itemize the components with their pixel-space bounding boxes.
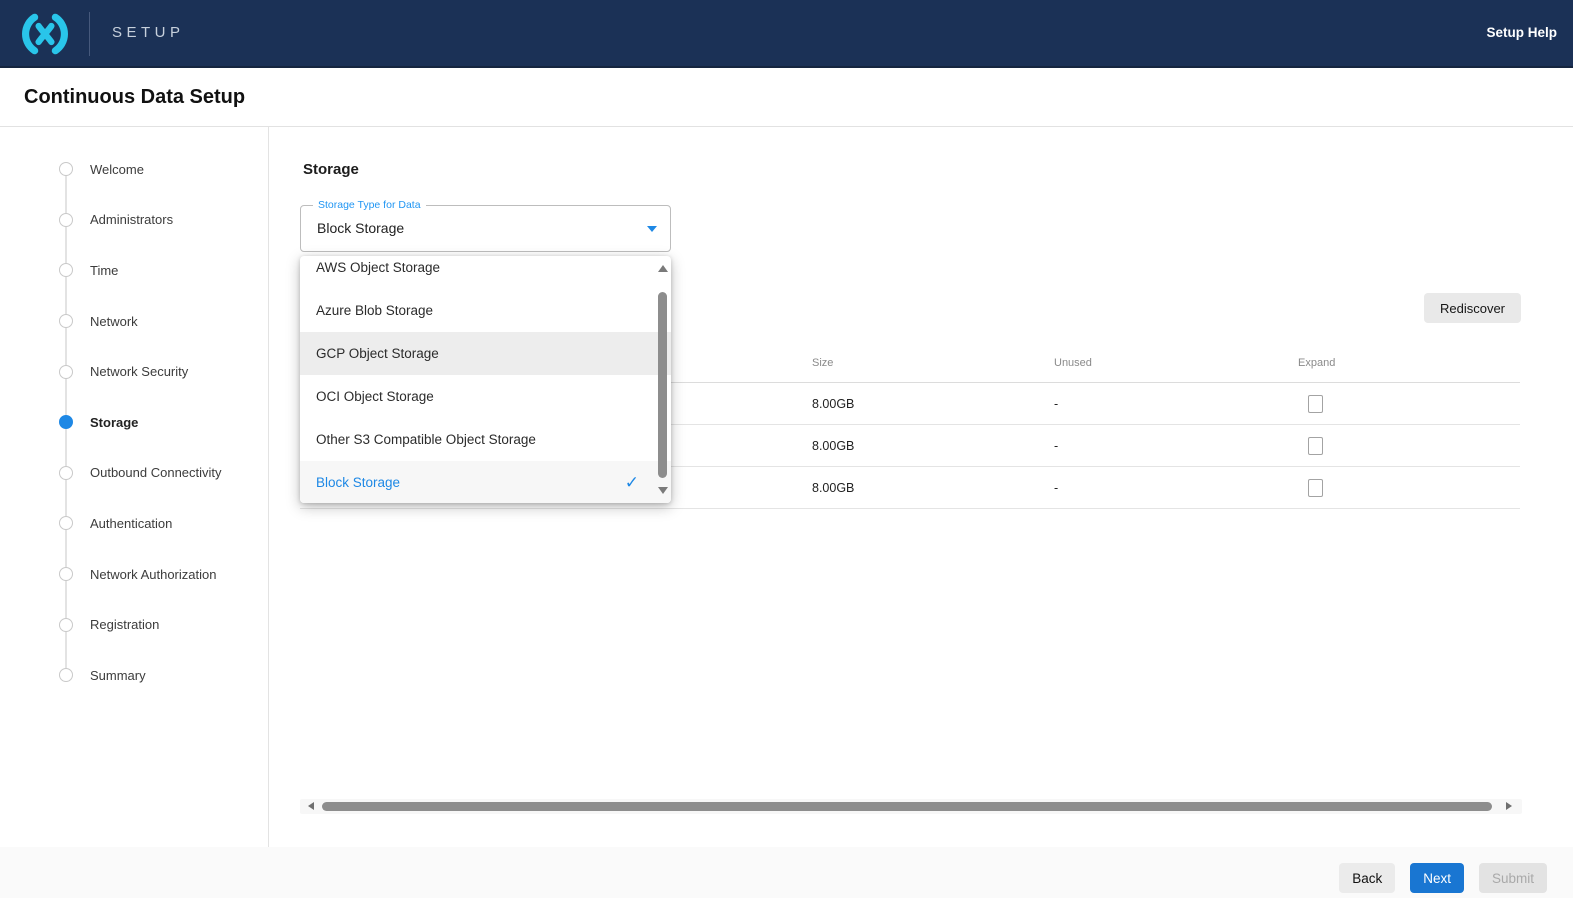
dropdown-scrollbar-thumb[interactable]	[658, 292, 667, 478]
next-button[interactable]: Next	[1410, 863, 1464, 893]
cell-unused: -	[1054, 383, 1058, 425]
column-header-unused: Unused	[1054, 357, 1092, 369]
wizard-footer: Back Next Submit	[0, 847, 1573, 898]
cell-size: 8.00GB	[812, 425, 854, 467]
step-circle-icon	[59, 162, 73, 176]
title-bar: Continuous Data Setup	[0, 68, 1573, 127]
step-circle-icon	[59, 618, 73, 632]
caret-down-icon	[647, 226, 657, 232]
step-circle-icon	[59, 567, 73, 581]
submit-button[interactable]: Submit	[1479, 863, 1547, 893]
step-label: Network Security	[90, 364, 188, 379]
step-circle-active-icon	[59, 415, 73, 429]
dropdown-scrollbar	[656, 256, 670, 503]
expand-checkbox[interactable]	[1308, 437, 1323, 455]
option-azure-blob-storage[interactable]: Azure Blob Storage	[300, 289, 671, 332]
footer-actions: Back Next Submit	[1339, 863, 1547, 893]
topbar-divider	[89, 12, 90, 56]
scroll-down-arrow-icon[interactable]	[658, 487, 668, 494]
step-circle-icon	[59, 314, 73, 328]
rediscover-button[interactable]: Rediscover	[1424, 293, 1521, 323]
step-welcome[interactable]: Welcome	[0, 144, 269, 195]
step-label: Network Authorization	[90, 567, 216, 582]
option-gcp-object-storage[interactable]: GCP Object Storage	[300, 332, 671, 375]
step-storage-active[interactable]: Storage	[0, 397, 269, 448]
cell-unused: -	[1054, 467, 1058, 509]
column-header-size: Size	[812, 357, 833, 369]
column-header-expand: Expand	[1298, 357, 1335, 369]
cell-size: 8.00GB	[812, 383, 854, 425]
step-label: Authentication	[90, 516, 172, 531]
storage-type-selected-value: Block Storage	[317, 206, 404, 251]
horizontal-scrollbar-thumb[interactable]	[322, 802, 1492, 811]
step-label: Registration	[90, 617, 159, 632]
step-circle-icon	[59, 668, 73, 682]
cell-unused: -	[1054, 425, 1058, 467]
step-registration[interactable]: Registration	[0, 599, 269, 650]
check-icon: ✓	[625, 461, 639, 503]
app-root: SETUP Setup Help Continuous Data Setup W…	[0, 0, 1573, 898]
option-block-storage-selected[interactable]: Block Storage ✓	[300, 461, 671, 503]
step-label: Outbound Connectivity	[90, 465, 222, 480]
step-label: Storage	[90, 415, 138, 430]
top-bar: SETUP Setup Help	[0, 0, 1573, 68]
step-circle-icon	[59, 365, 73, 379]
step-network[interactable]: Network	[0, 296, 269, 347]
step-network-authorization[interactable]: Network Authorization	[0, 549, 269, 600]
step-circle-icon	[59, 213, 73, 227]
step-administrators[interactable]: Administrators	[0, 195, 269, 246]
step-network-security[interactable]: Network Security	[0, 346, 269, 397]
step-label: Welcome	[90, 162, 144, 177]
option-label: Block Storage	[316, 475, 400, 490]
horizontal-scrollbar	[300, 799, 1522, 814]
step-label: Administrators	[90, 212, 173, 227]
step-summary[interactable]: Summary	[0, 650, 269, 701]
step-label: Network	[90, 314, 138, 329]
step-circle-icon	[59, 466, 73, 480]
cell-size: 8.00GB	[812, 467, 854, 509]
setup-help-link[interactable]: Setup Help	[1486, 0, 1557, 66]
scroll-left-arrow-icon[interactable]	[308, 802, 314, 810]
expand-checkbox[interactable]	[1308, 479, 1323, 497]
option-aws-object-storage[interactable]: AWS Object Storage	[300, 256, 671, 289]
step-authentication[interactable]: Authentication	[0, 498, 269, 549]
step-circle-icon	[59, 516, 73, 530]
brand-text: SETUP	[112, 0, 185, 66]
option-other-s3-compatible[interactable]: Other S3 Compatible Object Storage	[300, 418, 671, 461]
dropdown-option-list: AWS Object Storage Azure Blob Storage GC…	[300, 256, 671, 503]
back-button[interactable]: Back	[1339, 863, 1395, 893]
scroll-right-arrow-icon[interactable]	[1506, 802, 1512, 810]
page-title: Continuous Data Setup	[24, 68, 245, 127]
storage-section-title: Storage	[303, 161, 359, 178]
storage-type-select[interactable]: Storage Type for Data Block Storage	[300, 205, 671, 252]
setup-stepper: Welcome Administrators Time Network Netw…	[0, 144, 269, 701]
delphix-logo-icon	[14, 9, 76, 59]
option-oci-object-storage[interactable]: OCI Object Storage	[300, 375, 671, 418]
step-outbound-connectivity[interactable]: Outbound Connectivity	[0, 448, 269, 499]
step-circle-icon	[59, 263, 73, 277]
step-label: Summary	[90, 668, 146, 683]
step-time[interactable]: Time	[0, 245, 269, 296]
storage-type-dropdown-menu: AWS Object Storage Azure Blob Storage GC…	[300, 256, 671, 503]
step-label: Time	[90, 263, 118, 278]
scroll-up-arrow-icon[interactable]	[658, 265, 668, 272]
expand-checkbox[interactable]	[1308, 395, 1323, 413]
